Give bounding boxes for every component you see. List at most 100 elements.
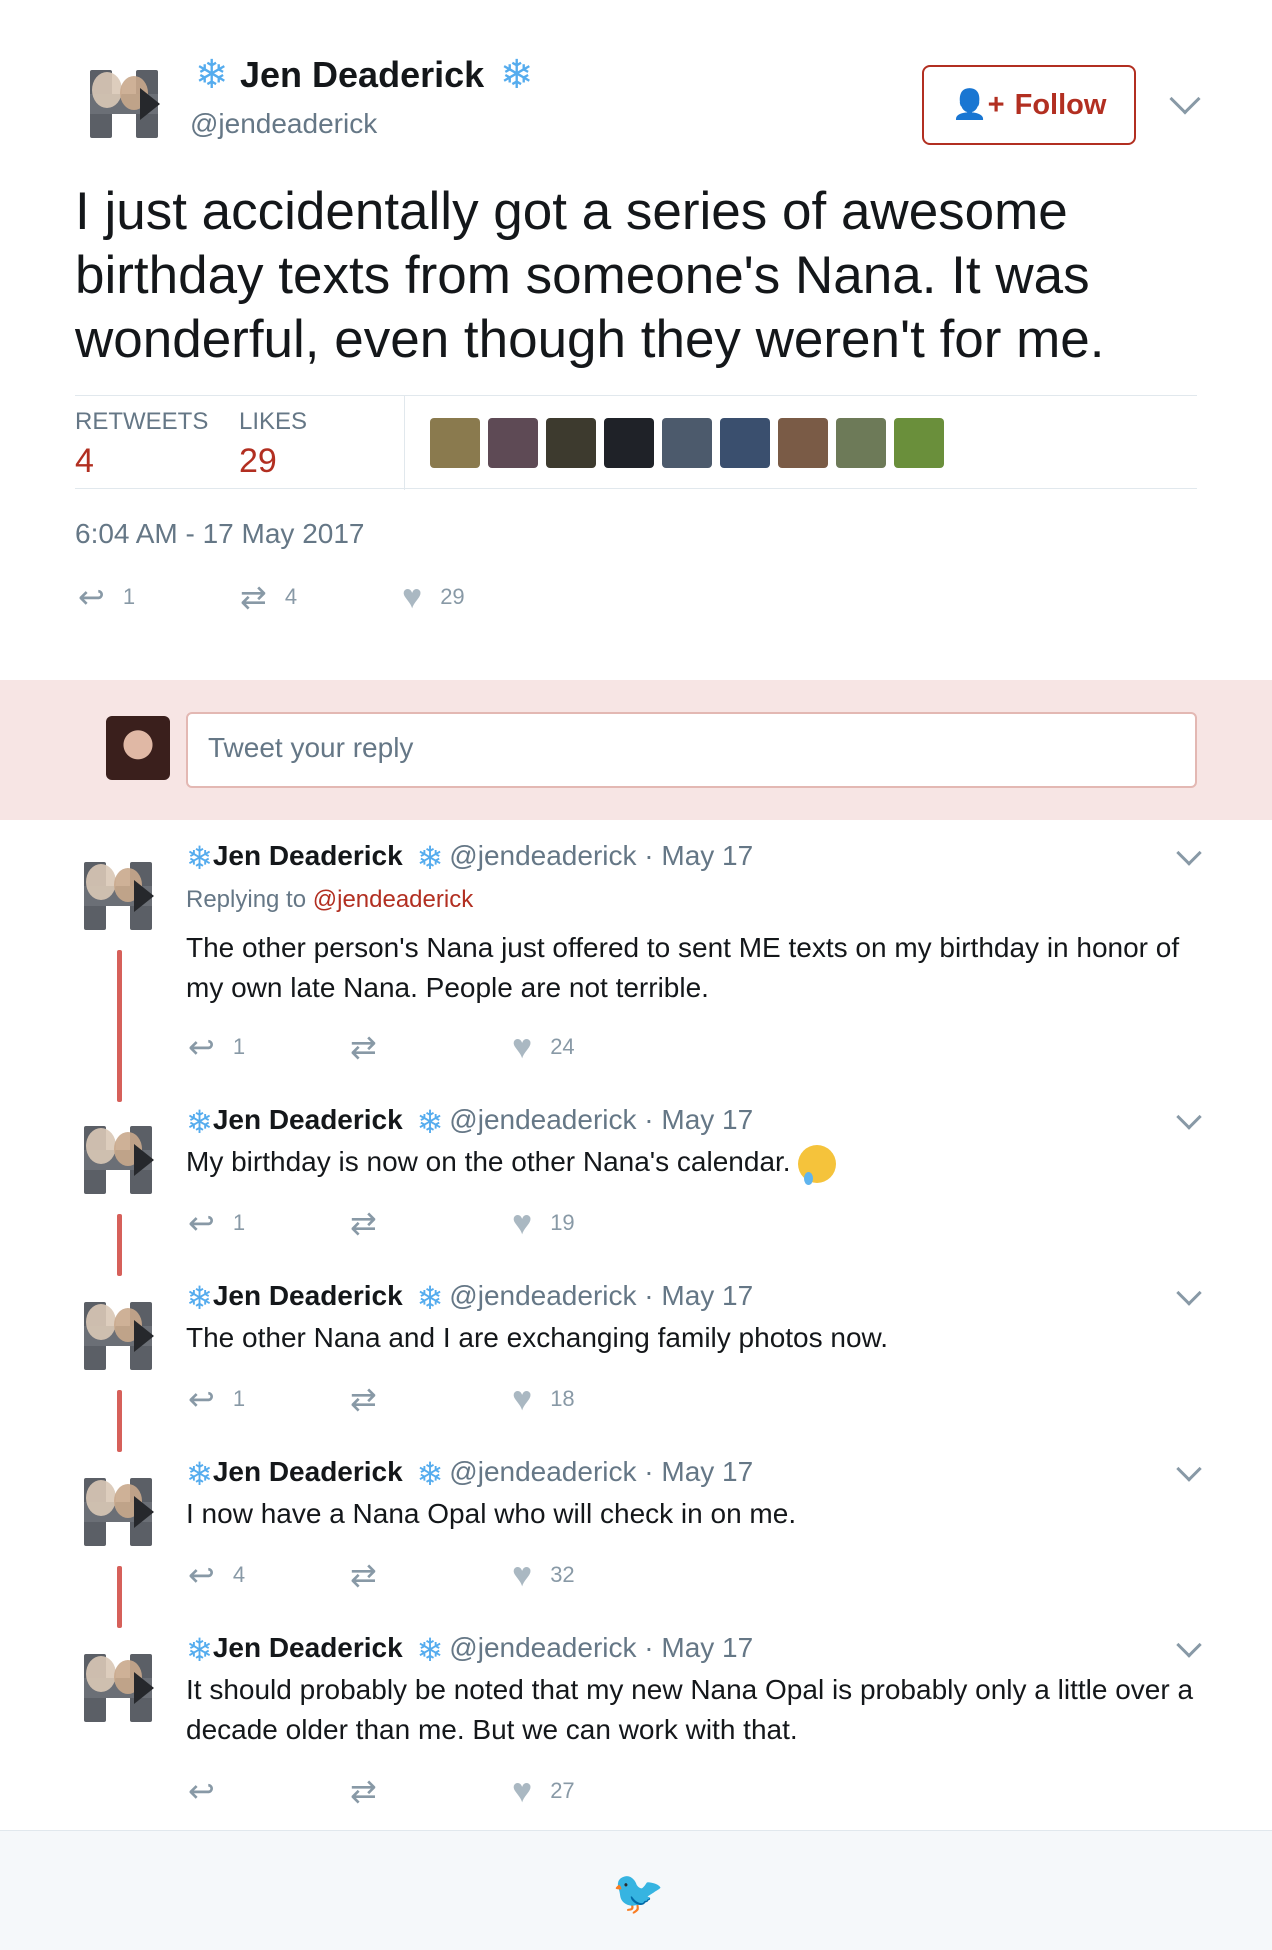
reply-text: My birthday is now on the other Nana's c…: [186, 1142, 1206, 1185]
heart-icon: ♥: [512, 1556, 533, 1594]
liker-avatars: [430, 418, 944, 468]
retweet-button[interactable]: ⇄: [350, 1207, 512, 1239]
reply-meta[interactable]: @jendeaderick · May 17: [449, 1456, 753, 1487]
liker-avatar[interactable]: [720, 418, 770, 468]
reply-meta[interactable]: @jendeaderick · May 17: [449, 1632, 753, 1663]
retweet-icon: ⇄: [350, 1029, 377, 1065]
crying-face-icon: [798, 1144, 837, 1185]
liker-avatar[interactable]: [662, 418, 712, 468]
chevron-down-icon[interactable]: [1176, 840, 1202, 866]
thread-line: [117, 950, 122, 1102]
like-button[interactable]: ♥ 19: [512, 1206, 575, 1240]
reply-author-name[interactable]: Jen Deaderick: [213, 1456, 403, 1487]
retweet-button[interactable]: ⇄ 4: [240, 581, 402, 613]
author-avatar[interactable]: [86, 66, 162, 142]
reply-avatar[interactable]: [80, 1474, 156, 1550]
chevron-down-icon[interactable]: [1176, 1456, 1202, 1482]
like-button[interactable]: ♥ 24: [512, 1030, 575, 1064]
retweets-stat[interactable]: RETWEETS 4: [75, 408, 208, 481]
reply-actions: ↩ 1 ⇄ ♥ 24: [188, 1030, 575, 1064]
reply-text: It should probably be noted that my new …: [186, 1670, 1206, 1750]
reply-avatar[interactable]: [80, 1650, 156, 1726]
retweet-icon: ⇄: [350, 1381, 377, 1417]
reply-author-name[interactable]: Jen Deaderick: [213, 1280, 403, 1311]
chevron-down-icon[interactable]: [1176, 1104, 1202, 1130]
liker-avatar[interactable]: [778, 418, 828, 468]
reply-meta[interactable]: @jendeaderick · May 17: [449, 1104, 753, 1135]
liker-avatar[interactable]: [488, 418, 538, 468]
reply-actions: ↩ 1 ⇄ ♥ 19: [188, 1206, 575, 1240]
reply-button[interactable]: ↩ 1: [78, 581, 240, 613]
like-button[interactable]: ♥ 27: [512, 1774, 575, 1808]
reply-header: ❄Jen Deaderick ❄ @jendeaderick · May 17: [186, 1280, 753, 1314]
reply-icon: ↩: [188, 1557, 215, 1593]
reply-button[interactable]: ↩: [188, 1775, 350, 1807]
liker-avatar[interactable]: [604, 418, 654, 468]
tweet-timestamp[interactable]: 6:04 AM - 17 May 2017: [75, 518, 365, 550]
likes-stat[interactable]: LIKES 29: [239, 408, 307, 481]
retweets-count: 4: [75, 442, 94, 480]
snowflake-icon: ❄: [416, 1279, 444, 1316]
retweet-button[interactable]: ⇄: [350, 1559, 512, 1591]
like-button[interactable]: ♥ 32: [512, 1558, 575, 1592]
reply-icon: ↩: [188, 1205, 215, 1241]
like-button[interactable]: ♥ 18: [512, 1382, 575, 1416]
snowflake-icon: ❄: [500, 53, 534, 97]
reply-text: The other person's Nana just offered to …: [186, 928, 1206, 1008]
reply-meta[interactable]: @jendeaderick · May 17: [449, 840, 753, 871]
reply-icon: ↩: [188, 1029, 215, 1065]
chevron-down-icon[interactable]: [1176, 1632, 1202, 1658]
snowflake-icon: ❄: [416, 1103, 444, 1140]
reply-icon: ↩: [78, 579, 105, 615]
snowflake-icon: ❄: [186, 1631, 213, 1668]
retweet-icon: ⇄: [350, 1773, 377, 1809]
tweet-stats: RETWEETS 4 LIKES 29: [75, 395, 1197, 490]
chevron-down-icon[interactable]: [1169, 83, 1201, 115]
chevron-down-icon[interactable]: [1176, 1280, 1202, 1306]
retweet-button[interactable]: ⇄: [350, 1031, 512, 1063]
reply-avatar[interactable]: [80, 1122, 156, 1198]
reply-author-name[interactable]: Jen Deaderick: [213, 1632, 403, 1663]
divider: [404, 396, 405, 490]
follow-button[interactable]: 👤+ Follow: [922, 65, 1136, 145]
reply-header: ❄Jen Deaderick ❄ @jendeaderick · May 17: [186, 1104, 753, 1138]
reply-count: 1: [232, 1210, 246, 1235]
reply-author-name[interactable]: Jen Deaderick: [213, 840, 403, 871]
author-name[interactable]: Jen Deaderick: [240, 54, 484, 96]
reply-text: The other Nana and I are exchanging fami…: [186, 1318, 1206, 1358]
retweet-button[interactable]: ⇄: [350, 1775, 512, 1807]
reply-button[interactable]: ↩ 1: [188, 1207, 350, 1239]
heart-icon: ♥: [512, 1204, 533, 1242]
retweet-button[interactable]: ⇄: [350, 1383, 512, 1415]
like-count: 24: [550, 1034, 575, 1059]
reply-meta[interactable]: @jendeaderick · May 17: [449, 1280, 753, 1311]
like-count: 29: [440, 584, 465, 609]
liker-avatar[interactable]: [894, 418, 944, 468]
reply-author-name[interactable]: Jen Deaderick: [213, 1104, 403, 1135]
reply-button[interactable]: ↩ 4: [188, 1559, 350, 1591]
liker-avatar[interactable]: [430, 418, 480, 468]
reply-button[interactable]: ↩ 1: [188, 1031, 350, 1063]
like-button[interactable]: ♥ 29: [402, 580, 465, 614]
reply-button[interactable]: ↩ 1: [188, 1383, 350, 1415]
author-handle[interactable]: @jendeaderick: [190, 108, 377, 140]
retweet-count: 4: [284, 584, 298, 609]
reply-avatar[interactable]: [80, 1298, 156, 1374]
snowflake-icon: ❄: [195, 53, 229, 97]
reply-count: 1: [232, 1386, 246, 1411]
reply-avatar[interactable]: [80, 858, 156, 934]
retweet-icon: ⇄: [240, 579, 267, 615]
thread-line: [117, 1566, 122, 1628]
twitter-bird-icon: 🐦: [612, 1869, 665, 1916]
liker-avatar[interactable]: [836, 418, 886, 468]
reply-text-content: My birthday is now on the other Nana's c…: [186, 1146, 791, 1177]
reply-text-content: The other Nana and I are exchanging fami…: [186, 1322, 888, 1353]
liker-avatar[interactable]: [546, 418, 596, 468]
reply-text-content: It should probably be noted that my new …: [186, 1674, 1194, 1745]
like-count: 27: [550, 1778, 575, 1803]
reply-header: ❄Jen Deaderick ❄ @jendeaderick · May 17: [186, 1632, 753, 1666]
like-count: 32: [550, 1562, 575, 1587]
tweet-actions: ↩ 1 ⇄ 4 ♥ 29: [78, 580, 465, 614]
replying-to-handle[interactable]: @jendeaderick: [313, 886, 473, 913]
reply-input[interactable]: Tweet your reply: [186, 712, 1197, 788]
